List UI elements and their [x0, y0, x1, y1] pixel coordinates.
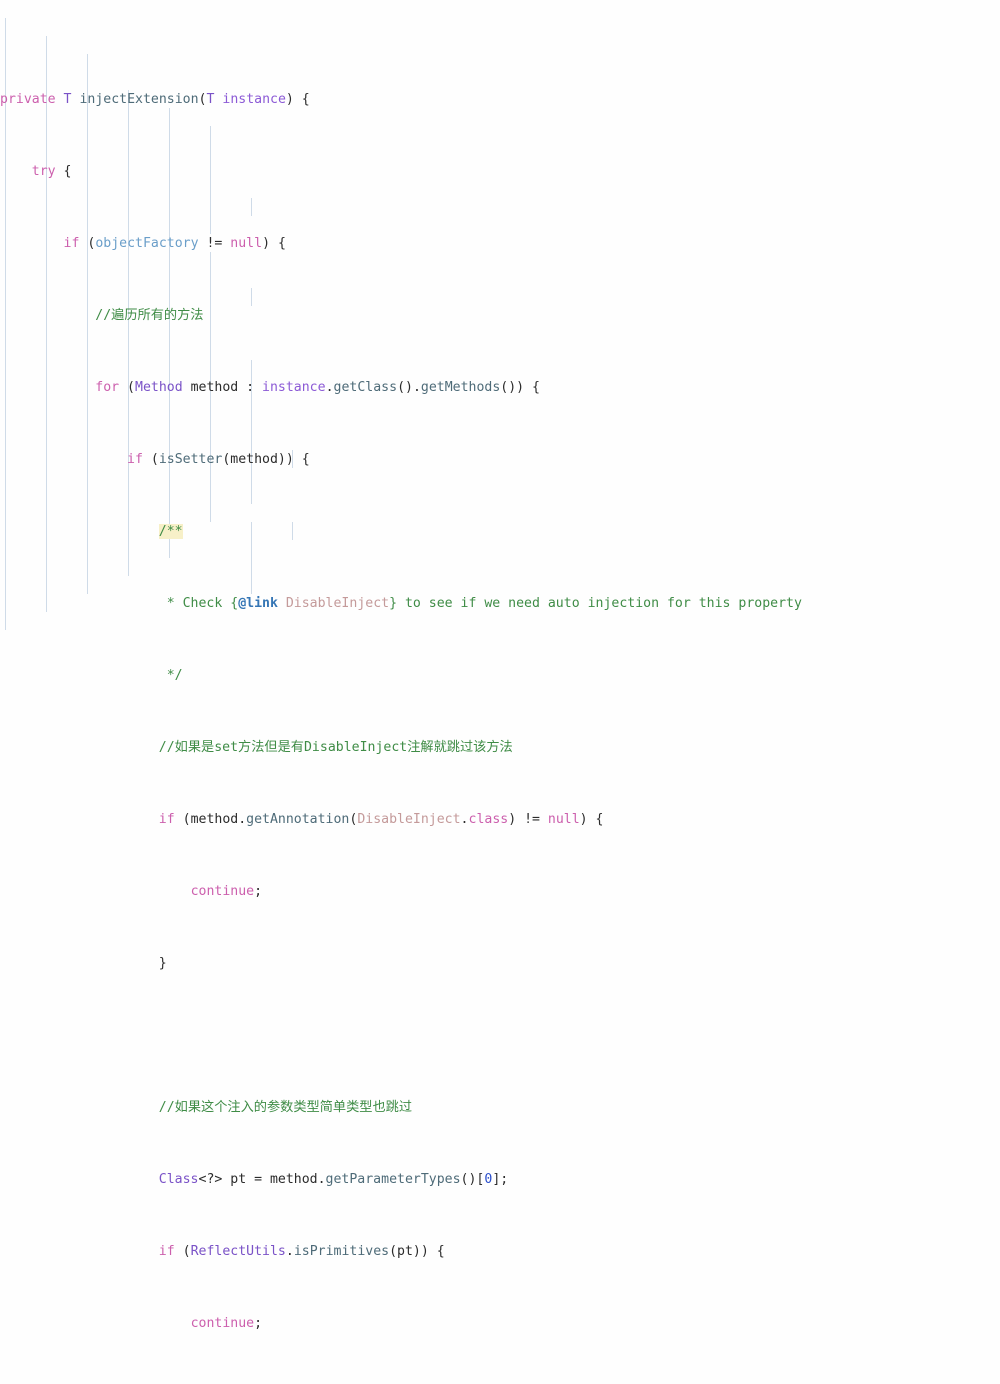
token-keyword: null — [230, 236, 263, 251]
token-method: getParameterTypes — [325, 1172, 461, 1187]
code-line-1[interactable]: private T injectExtension(T instance) { — [0, 91, 1000, 109]
code-line-9[interactable]: */ — [0, 667, 1000, 685]
token-keyword: private — [0, 92, 56, 107]
code-line-8[interactable]: * Check {@link DisableInject} to see if … — [0, 595, 1000, 613]
token-field: objectFactory — [95, 236, 199, 251]
code-line-15[interactable]: //如果这个注入的参数类型简单类型也跳过 — [0, 1099, 1000, 1117]
code-line-7[interactable]: /** — [0, 523, 1000, 541]
token-type: T — [206, 92, 215, 107]
code-line-6[interactable]: if (isSetter(method)) { — [0, 451, 1000, 469]
token-parameter: instance — [262, 380, 326, 395]
token-javadoc: * Check { — [158, 596, 239, 611]
token-javadoc-start: /** — [158, 524, 183, 539]
code-line-12[interactable]: continue; — [0, 883, 1000, 901]
token-method: injectExtension — [79, 92, 199, 107]
token-comment: //遍历所有的方法 — [95, 308, 204, 323]
token-type: ReflectUtils — [190, 1244, 286, 1259]
token-method: getMethods — [420, 380, 501, 395]
code-line-18[interactable]: continue; — [0, 1315, 1000, 1333]
token-keyword: if — [63, 236, 80, 251]
code-line-13[interactable]: } — [0, 955, 1000, 973]
code-line-11[interactable]: if (method.getAnnotation(DisableInject.c… — [0, 811, 1000, 829]
token-type: T — [63, 92, 72, 107]
token-keyword: try — [31, 164, 56, 179]
code-line-17[interactable]: if (ReflectUtils.isPrimitives(pt)) { — [0, 1243, 1000, 1261]
token-type: Method — [135, 380, 183, 395]
code-line-5[interactable]: for (Method method : instance.getClass()… — [0, 379, 1000, 397]
token-javadoc-tag: @link — [238, 596, 278, 611]
token-keyword: for — [95, 380, 120, 395]
token-comment: //如果是set方法但是有DisableInject注解就跳过该方法 — [158, 740, 513, 755]
token-method: isSetter — [158, 452, 223, 467]
token-parameter: instance — [222, 92, 286, 107]
token-keyword: continue — [190, 1316, 255, 1331]
token-method: getAnnotation — [246, 812, 350, 827]
token-keyword: class — [468, 812, 509, 827]
code-line-10[interactable]: //如果是set方法但是有DisableInject注解就跳过该方法 — [0, 739, 1000, 757]
token-javadoc: } to see if we need auto injection for t… — [389, 596, 802, 611]
code-line-4[interactable]: //遍历所有的方法 — [0, 307, 1000, 325]
token-javadoc-end: */ — [158, 668, 183, 683]
token-keyword: continue — [190, 884, 255, 899]
code-line-3[interactable]: if (objectFactory != null) { — [0, 235, 1000, 253]
code-line-14[interactable] — [0, 1027, 1000, 1045]
token-keyword: if — [158, 1244, 175, 1259]
token-method: getClass — [333, 380, 398, 395]
token-method: isPrimitives — [293, 1244, 390, 1259]
code-editor[interactable]: private T injectExtension(T instance) { … — [0, 0, 1000, 1331]
code-line-2[interactable]: try { — [0, 163, 1000, 181]
token-number: 0 — [484, 1172, 493, 1187]
token-comment: //如果这个注入的参数类型简单类型也跳过 — [158, 1100, 413, 1115]
token-keyword: if — [127, 452, 143, 467]
token-javadoc-link: DisableInject — [285, 596, 390, 611]
token-keyword: null — [547, 812, 580, 827]
code-line-16[interactable]: Class<?> pt = method.getParameterTypes()… — [0, 1171, 1000, 1189]
token-keyword: if — [158, 812, 175, 827]
token-type-annotation: DisableInject — [357, 812, 461, 827]
token-type: Class — [158, 1172, 199, 1187]
